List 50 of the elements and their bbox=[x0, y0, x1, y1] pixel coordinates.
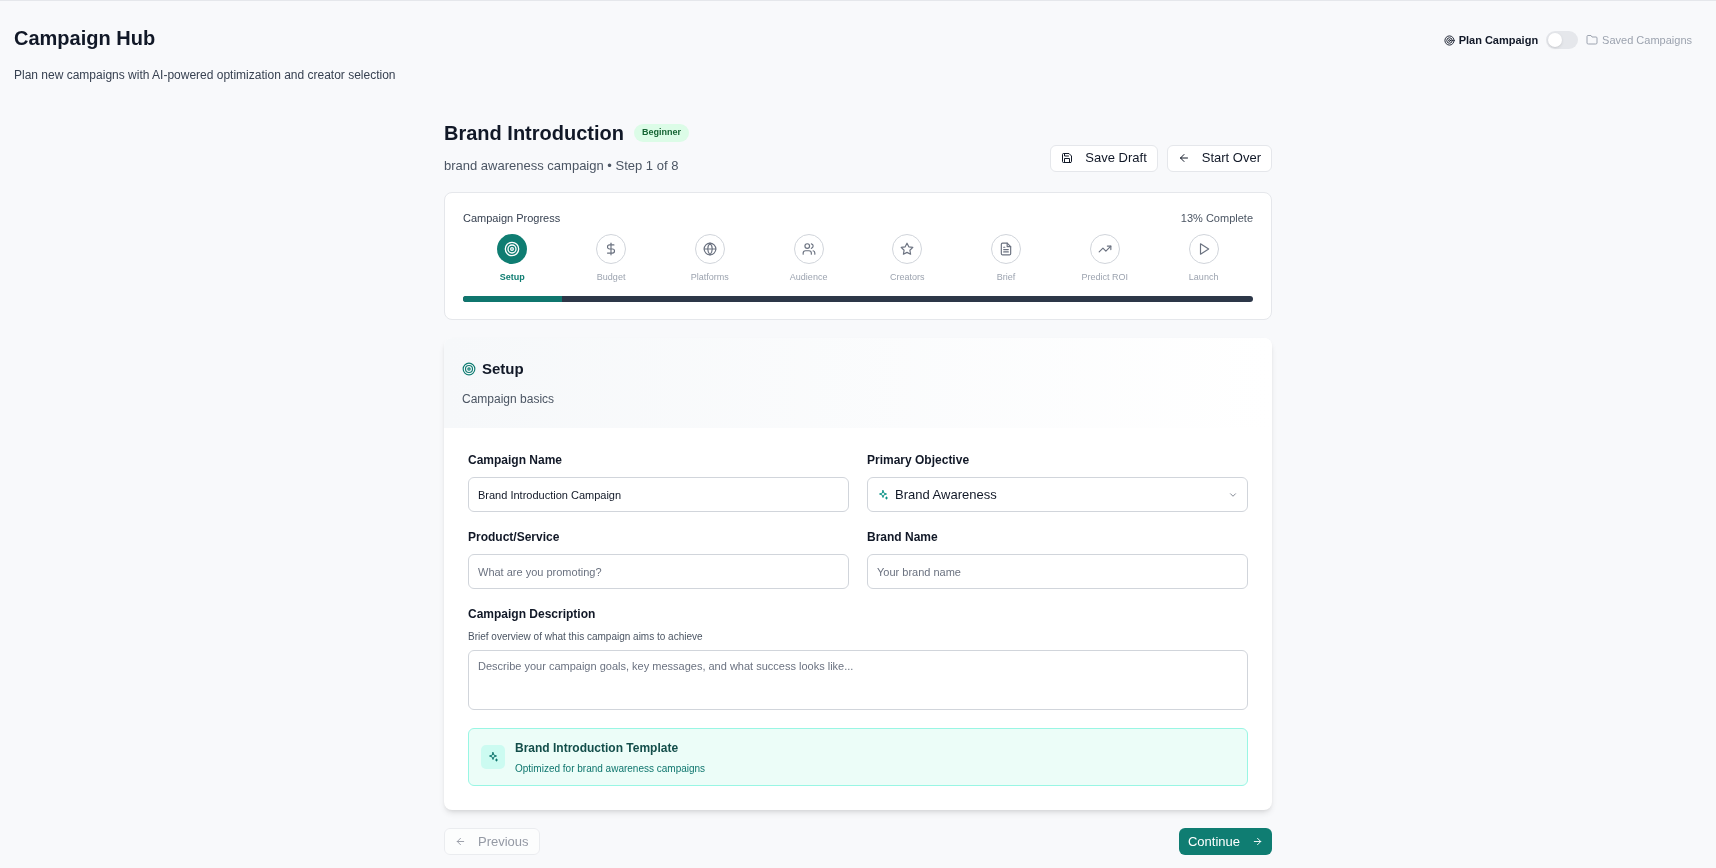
text-input-field[interactable]: Brand Introduction Campaign bbox=[468, 477, 849, 512]
step-tab[interactable]: Platforms bbox=[660, 234, 760, 285]
field-label: Campaign Description bbox=[468, 606, 597, 623]
step-tab[interactable]: Predict ROI bbox=[1055, 234, 1155, 285]
step-tab[interactable]: Setup bbox=[463, 234, 562, 285]
globe-icon bbox=[702, 242, 717, 256]
step-tab[interactable]: Budget bbox=[561, 234, 661, 285]
description-field[interactable]: Describe your campaign goals, key messages, and what success looks like... bbox=[468, 650, 1248, 710]
sparkles-icon bbox=[487, 751, 499, 763]
progress-percent: 13% Complete bbox=[1180, 210, 1253, 226]
save-draft-button[interactable]: Save Draft bbox=[1050, 144, 1158, 172]
campaign-title: Brand Introduction bbox=[444, 121, 624, 146]
progress-title: Campaign Progress bbox=[463, 210, 561, 226]
step-tab[interactable]: Launch bbox=[1154, 234, 1253, 285]
text-input-field[interactable]: Your brand name bbox=[867, 554, 1248, 589]
page-title: Campaign Hub bbox=[14, 26, 157, 51]
continue-button[interactable]: Continue bbox=[1178, 828, 1272, 855]
target-icon bbox=[1443, 34, 1455, 46]
campaign-subtitle: brand awareness campaign • Step 1 of 8 bbox=[444, 157, 680, 175]
template-subtitle: Optimized for brand awareness campaigns bbox=[515, 761, 706, 776]
template-title: Brand Introduction Template bbox=[515, 739, 680, 757]
field-label: Primary Objective bbox=[867, 452, 971, 469]
start-over-button[interactable]: Start Over bbox=[1166, 144, 1272, 172]
mode-label: Plan Campaign bbox=[1458, 32, 1539, 48]
field-label: Campaign Name bbox=[468, 452, 564, 469]
target-icon bbox=[504, 241, 521, 257]
saved-campaigns-link[interactable]: Saved Campaigns bbox=[1586, 31, 1692, 49]
objective-select[interactable]: Brand Awareness bbox=[867, 477, 1248, 512]
section-title: Setup bbox=[482, 358, 524, 379]
field-label: Product/Service bbox=[468, 529, 561, 546]
save-icon bbox=[1061, 152, 1074, 164]
users-icon bbox=[801, 242, 816, 256]
arrow-left-icon bbox=[1177, 152, 1190, 164]
star-icon bbox=[900, 242, 915, 256]
field-hint: Brief overview of what this campaign aims to achieve bbox=[468, 630, 704, 644]
step-tab[interactable]: Creators bbox=[858, 234, 957, 285]
arrow-left-icon bbox=[455, 836, 466, 847]
page-subtitle: Plan new campaigns with AI-powered optimization and creator selection bbox=[14, 67, 396, 84]
step-tab[interactable]: Brief bbox=[956, 234, 1056, 285]
text-input-field[interactable]: What are you promoting? bbox=[468, 554, 849, 589]
field-label: Brand Name bbox=[867, 529, 939, 546]
mode-toggle[interactable] bbox=[1546, 31, 1579, 49]
folder-icon bbox=[1586, 34, 1599, 46]
document-icon bbox=[999, 242, 1014, 256]
target-icon bbox=[462, 361, 476, 376]
arrow-right-icon bbox=[1252, 836, 1263, 847]
level-badge: Beginner bbox=[634, 124, 689, 142]
sparkles-icon bbox=[877, 488, 889, 501]
step-tab[interactable]: Audience bbox=[759, 234, 858, 285]
section-subtitle: Campaign basics bbox=[462, 391, 556, 408]
